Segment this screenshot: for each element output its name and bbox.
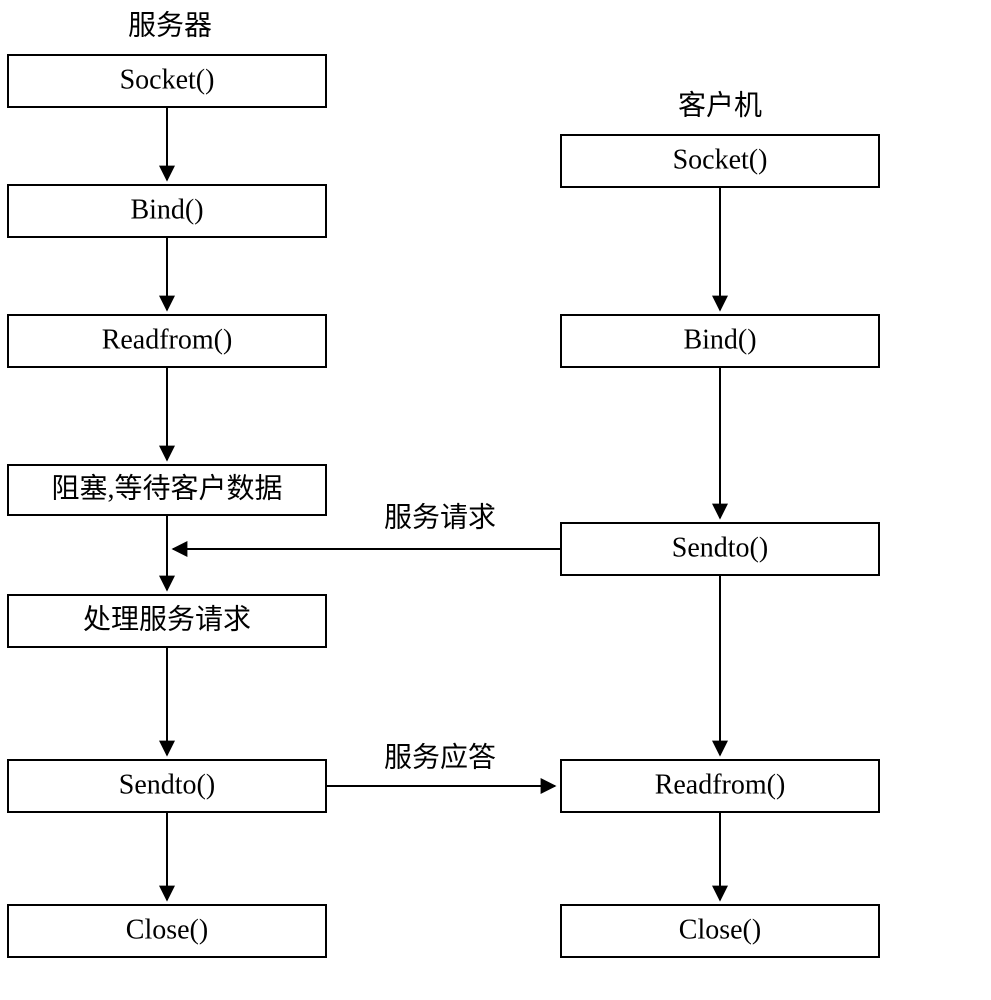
client-header: 客户机 xyxy=(678,89,762,121)
request-label: 服务请求 xyxy=(384,501,496,533)
socket-flowchart: 服务器 客户机 Socket() Bind() Readfrom() 阻塞,等待… xyxy=(0,0,991,1000)
server-socket-box: Socket() xyxy=(8,55,326,107)
client-readfrom-label: Readfrom() xyxy=(655,769,786,800)
client-close-label: Close() xyxy=(679,914,761,945)
client-bind-box: Bind() xyxy=(561,315,879,367)
server-close-label: Close() xyxy=(126,914,208,945)
server-close-box: Close() xyxy=(8,905,326,957)
client-socket-label: Socket() xyxy=(673,144,768,175)
client-socket-box: Socket() xyxy=(561,135,879,187)
server-socket-label: Socket() xyxy=(120,64,215,95)
server-bind-label: Bind() xyxy=(130,194,203,225)
server-sendto-box: Sendto() xyxy=(8,760,326,812)
server-readfrom-label: Readfrom() xyxy=(102,324,233,355)
server-sendto-label: Sendto() xyxy=(119,769,215,800)
client-sendto-box: Sendto() xyxy=(561,523,879,575)
server-readfrom-box: Readfrom() xyxy=(8,315,326,367)
server-bind-box: Bind() xyxy=(8,185,326,237)
client-bind-label: Bind() xyxy=(683,324,756,355)
server-process-label: 处理服务请求 xyxy=(83,603,251,635)
server-block-label: 阻塞,等待客户数据 xyxy=(51,472,282,504)
client-sendto-label: Sendto() xyxy=(672,532,768,563)
server-block-box: 阻塞,等待客户数据 xyxy=(8,465,326,515)
client-readfrom-box: Readfrom() xyxy=(561,760,879,812)
server-process-box: 处理服务请求 xyxy=(8,595,326,647)
client-close-box: Close() xyxy=(561,905,879,957)
response-label: 服务应答 xyxy=(384,741,496,773)
server-header: 服务器 xyxy=(128,9,212,41)
